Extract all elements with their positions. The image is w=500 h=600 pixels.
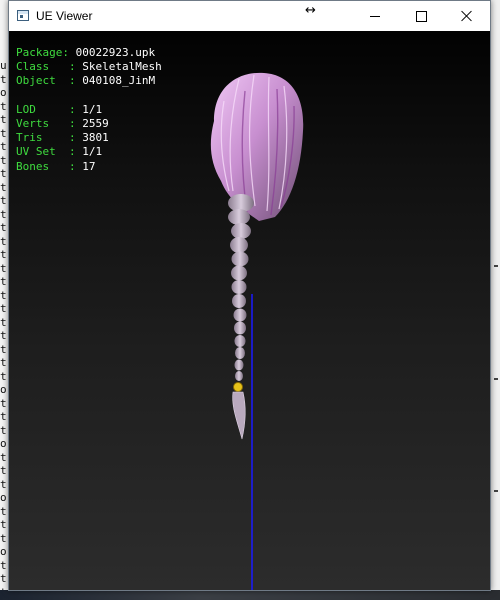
console-glyph: t bbox=[0, 410, 7, 423]
info-value: 17 bbox=[82, 159, 96, 173]
desktop: utotttttttttttttttttttttotttotttotttottt… bbox=[0, 0, 500, 600]
console-glyph: t bbox=[0, 531, 7, 545]
console-glyph: t bbox=[0, 518, 7, 531]
title-bar[interactable]: UE Viewer ↔ bbox=[9, 1, 490, 31]
braid bbox=[228, 194, 254, 381]
console-glyph: o bbox=[0, 491, 7, 504]
info-value: 040108_JinM bbox=[82, 74, 156, 88]
hair-tail bbox=[232, 391, 246, 440]
ue-viewer-window[interactable]: UE Viewer ↔ Package: 00022923.upk Class … bbox=[8, 0, 491, 591]
background-scroll-mark bbox=[494, 378, 498, 380]
console-glyph: t bbox=[0, 504, 7, 518]
console-glyph: t bbox=[0, 180, 7, 194]
info-row: Class : SkeletalMesh bbox=[16, 60, 162, 74]
console-glyph: t bbox=[0, 356, 7, 369]
info-label: UV Set : bbox=[16, 145, 83, 159]
background-console-window: utotttttttttttttttttttttotttotttotttottt bbox=[0, 0, 8, 600]
background-window-edge bbox=[490, 0, 500, 600]
console-glyph: t bbox=[0, 248, 7, 261]
console-glyph: t bbox=[0, 369, 7, 383]
info-value: 00022923.upk bbox=[75, 46, 156, 59]
info-label: Package: bbox=[16, 46, 76, 59]
console-glyph: t bbox=[0, 329, 7, 342]
info-label: Class : bbox=[16, 60, 83, 74]
console-glyph: o bbox=[0, 383, 7, 396]
hair-bead bbox=[233, 382, 243, 392]
info-label: Verts : bbox=[16, 116, 83, 130]
console-glyph: o bbox=[0, 545, 7, 558]
console-glyph: t bbox=[0, 342, 7, 356]
console-glyph: t bbox=[0, 153, 7, 167]
console-glyph: u bbox=[0, 59, 7, 72]
console-glyph: t bbox=[0, 113, 7, 126]
console-glyph: t bbox=[0, 72, 7, 86]
maximize-icon bbox=[415, 10, 427, 22]
console-glyph: o bbox=[0, 86, 7, 99]
info-row: Tris : 3801 bbox=[16, 131, 162, 145]
3d-viewport[interactable]: Package: 00022923.upk Class : SkeletalMes… bbox=[9, 31, 490, 590]
console-glyph: t bbox=[0, 194, 7, 207]
info-label: Bones : bbox=[16, 159, 83, 173]
info-row: Package: 00022923.upk bbox=[16, 46, 162, 60]
console-glyph: t bbox=[0, 221, 7, 234]
info-value: 1/1 bbox=[82, 102, 103, 116]
console-glyph: t bbox=[0, 315, 7, 329]
console-glyph: o bbox=[0, 437, 7, 450]
info-row: Verts : 2559 bbox=[16, 117, 162, 131]
console-glyph: t bbox=[0, 140, 7, 153]
resize-cursor-icon: ↔ bbox=[305, 3, 316, 18]
console-glyph: t bbox=[0, 396, 7, 410]
minimize-button[interactable] bbox=[352, 1, 398, 31]
console-glyph: t bbox=[0, 572, 7, 585]
minimize-icon bbox=[370, 15, 380, 17]
console-glyph: t bbox=[0, 477, 7, 491]
info-row: LOD : 1/1 bbox=[16, 103, 162, 117]
console-glyph: t bbox=[0, 423, 7, 437]
taskbar-strip bbox=[0, 590, 500, 600]
app-window-icon[interactable] bbox=[17, 10, 29, 21]
info-value: 1/1 bbox=[82, 145, 103, 159]
info-value: 3801 bbox=[82, 131, 109, 145]
close-button[interactable] bbox=[444, 1, 490, 31]
console-glyph: t bbox=[0, 288, 7, 302]
info-value: SkeletalMesh bbox=[82, 60, 162, 74]
close-icon bbox=[461, 10, 473, 22]
console-glyph: t bbox=[0, 261, 7, 275]
info-row: Object : 040108_JinM bbox=[16, 74, 162, 88]
console-glyph: t bbox=[0, 464, 7, 477]
console-glyph: t bbox=[0, 207, 7, 221]
console-glyph: t bbox=[0, 99, 7, 113]
background-scroll-mark bbox=[494, 265, 498, 267]
console-glyph: t bbox=[0, 275, 7, 288]
console-glyph: t bbox=[0, 126, 7, 140]
info-row: UV Set : 1/1 bbox=[16, 145, 162, 159]
info-label: Tris : bbox=[16, 131, 83, 145]
console-glyph: t bbox=[0, 302, 7, 315]
info-value: 2559 bbox=[82, 116, 109, 130]
console-glyph: t bbox=[0, 450, 7, 464]
background-scroll-mark bbox=[494, 490, 498, 492]
console-glyph: t bbox=[0, 558, 7, 572]
mesh-info-panel: Package: 00022923.upk Class : SkeletalMes… bbox=[16, 46, 162, 174]
hair-cap bbox=[210, 72, 304, 222]
maximize-button[interactable] bbox=[398, 1, 444, 31]
info-label: LOD : bbox=[16, 102, 83, 116]
info-label: Object : bbox=[16, 74, 83, 88]
console-glyph: t bbox=[0, 234, 7, 248]
console-glyph: t bbox=[0, 167, 7, 180]
window-title: UE Viewer bbox=[36, 9, 93, 23]
info-row: Bones : 17 bbox=[16, 160, 162, 174]
